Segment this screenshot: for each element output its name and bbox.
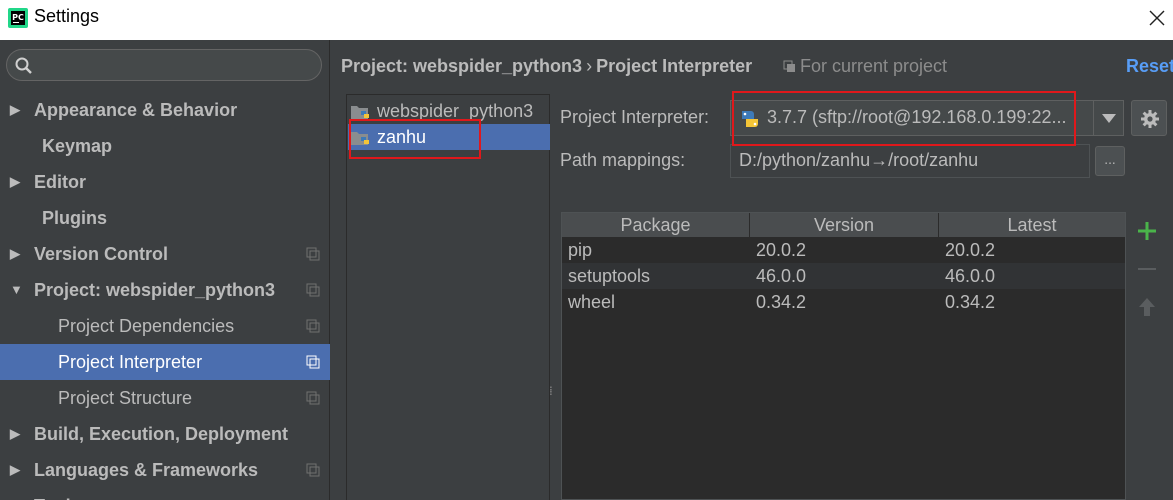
uninstall-package-button[interactable]	[1134, 256, 1160, 282]
scope-note-text: For current project	[800, 56, 948, 76]
minus-icon	[1138, 268, 1156, 270]
sidebar-item-languages-frameworks[interactable]: ▶ Languages & Frameworks	[0, 452, 330, 488]
reset-link[interactable]: Reset	[1126, 56, 1173, 77]
column-header-version[interactable]: Version	[750, 213, 939, 237]
breadcrumb-project: Project: webspider_python3	[341, 56, 583, 76]
collapsed-arrow-icon[interactable]: ▶	[10, 92, 24, 128]
close-icon	[1149, 10, 1165, 26]
sidebar-item-label: Keymap	[42, 136, 113, 156]
package-latest-cell: 20.0.2	[945, 240, 996, 260]
breadcrumb-page: Project Interpreter	[596, 56, 753, 76]
sidebar-item-project-dependencies[interactable]: Project Dependencies	[0, 308, 330, 344]
search-input[interactable]	[6, 49, 322, 81]
splitter-handle[interactable]: ⁞	[549, 385, 559, 414]
column-header-package[interactable]: Package	[562, 213, 750, 237]
copy-icon	[306, 355, 320, 369]
path-mappings-browse-button[interactable]: ...	[1095, 146, 1125, 176]
sidebar-item-label: Appearance & Behavior	[34, 100, 238, 120]
package-name-cell: pip	[568, 240, 593, 260]
sidebar-item-project-webspider-python3[interactable]: ▼ Project: webspider_python3	[0, 272, 330, 308]
search-icon	[15, 57, 32, 74]
interpreter-label: Project Interpreter:	[560, 107, 710, 127]
sidebar-item-version-control[interactable]: ▶ Version Control	[0, 236, 330, 272]
breadcrumb: Project: webspider_python3 › Project Inter…	[341, 56, 752, 77]
packages-table: Package Version Latest pip 20.0.2 20.0.2 se…	[561, 212, 1126, 500]
package-latest-cell: 0.34.2	[945, 292, 996, 312]
package-latest-cell: 46.0.0	[945, 266, 996, 286]
sidebar-item-project-interpreter[interactable]: Project Interpreter	[0, 344, 330, 380]
breadcrumb-separator: ›	[586, 56, 593, 76]
sidebar-item-label: Version Control	[34, 244, 169, 264]
scope-note: For current project	[783, 56, 947, 77]
table-row[interactable]: setuptools 46.0.0 46.0.0	[562, 263, 1125, 289]
copy-icon	[306, 319, 320, 333]
package-version-cell: 46.0.0	[756, 266, 807, 286]
upgrade-icon	[1139, 298, 1155, 316]
path-mappings-label: Path mappings:	[560, 150, 686, 170]
window-title: Settings	[34, 6, 100, 26]
collapsed-arrow-icon[interactable]: ▶	[10, 416, 24, 452]
install-package-button[interactable]	[1134, 218, 1160, 244]
collapsed-arrow-icon[interactable]: ▶	[10, 236, 24, 272]
packages-toolbar	[1128, 212, 1166, 322]
path-mappings-field[interactable]: D:/python/zanhu→/root/zanhu	[730, 144, 1090, 178]
sidebar-item-label: Plugins	[42, 208, 108, 228]
column-header-latest[interactable]: Latest	[939, 213, 1125, 237]
collapsed-arrow-icon[interactable]: ▶	[10, 452, 24, 488]
table-row[interactable]: wheel 0.34.2 0.34.2	[562, 289, 1125, 315]
path-mappings-value: D:/python/zanhu→/root/zanhu	[739, 150, 979, 170]
sidebar-item-label: Project: webspider_python3	[34, 280, 276, 300]
sidebar-item-build-execution-deployment[interactable]: ▶ Build, Execution, Deployment	[0, 416, 330, 452]
copy-icon	[306, 463, 320, 477]
upgrade-package-button[interactable]	[1134, 294, 1160, 320]
sidebar-item-tools[interactable]: ▶ Tools	[0, 488, 330, 500]
package-version-cell: 20.0.2	[756, 240, 807, 260]
page-header: Project: webspider_python3 › Project Inter…	[331, 40, 1173, 92]
copy-icon	[306, 283, 320, 297]
settings-sidebar: ▶ Appearance & Behavior Keymap ▶ Editor Plugi…	[0, 40, 330, 500]
sidebar-item-keymap[interactable]: Keymap	[0, 128, 330, 164]
copy-icon	[306, 391, 320, 405]
chevron-down-icon	[1102, 114, 1116, 123]
gear-icon	[1141, 110, 1159, 128]
highlight-box-interpreter	[732, 91, 1076, 146]
sidebar-item-project-structure[interactable]: Project Structure	[0, 380, 330, 416]
plus-icon	[1138, 222, 1156, 240]
sidebar-item-appearance-behavior[interactable]: ▶ Appearance & Behavior	[0, 92, 330, 128]
collapsed-arrow-icon[interactable]: ▶	[10, 164, 24, 200]
sidebar-item-label: Project Dependencies	[58, 316, 235, 336]
sidebar-item-label: Build, Execution, Deployment	[34, 424, 289, 444]
interpreter-settings-button[interactable]	[1131, 100, 1167, 136]
highlight-box-project	[349, 119, 481, 159]
close-button[interactable]	[1145, 6, 1169, 30]
title-bar: PC Settings	[0, 0, 1173, 40]
sidebar-item-label: Project Interpreter	[58, 352, 203, 372]
python-folder-icon	[351, 106, 369, 119]
sidebar-item-label: Tools	[34, 488, 81, 500]
interpreter-dropdown-button[interactable]	[1093, 101, 1123, 135]
package-version-cell: 0.34.2	[756, 292, 807, 312]
sidebar-item-plugins[interactable]: Plugins	[0, 200, 330, 236]
sidebar-item-label: Editor	[34, 172, 86, 192]
copy-icon	[783, 60, 795, 72]
table-header: Package Version Latest	[562, 213, 1125, 237]
table-row[interactable]: pip 20.0.2 20.0.2	[562, 237, 1125, 263]
expanded-arrow-icon[interactable]: ▼	[10, 272, 24, 308]
sidebar-item-label: Project Structure	[58, 388, 193, 408]
sidebar-item-label: Languages & Frameworks	[34, 460, 259, 480]
copy-icon	[306, 247, 320, 261]
package-name-cell: setuptools	[568, 266, 651, 286]
pycharm-logo-icon: PC	[8, 8, 28, 28]
settings-tree: ▶ Appearance & Behavior Keymap ▶ Editor Plugi…	[0, 92, 330, 500]
collapsed-arrow-icon[interactable]: ▶	[10, 488, 24, 500]
package-name-cell: wheel	[568, 292, 616, 312]
sidebar-item-editor[interactable]: ▶ Editor	[0, 164, 330, 200]
